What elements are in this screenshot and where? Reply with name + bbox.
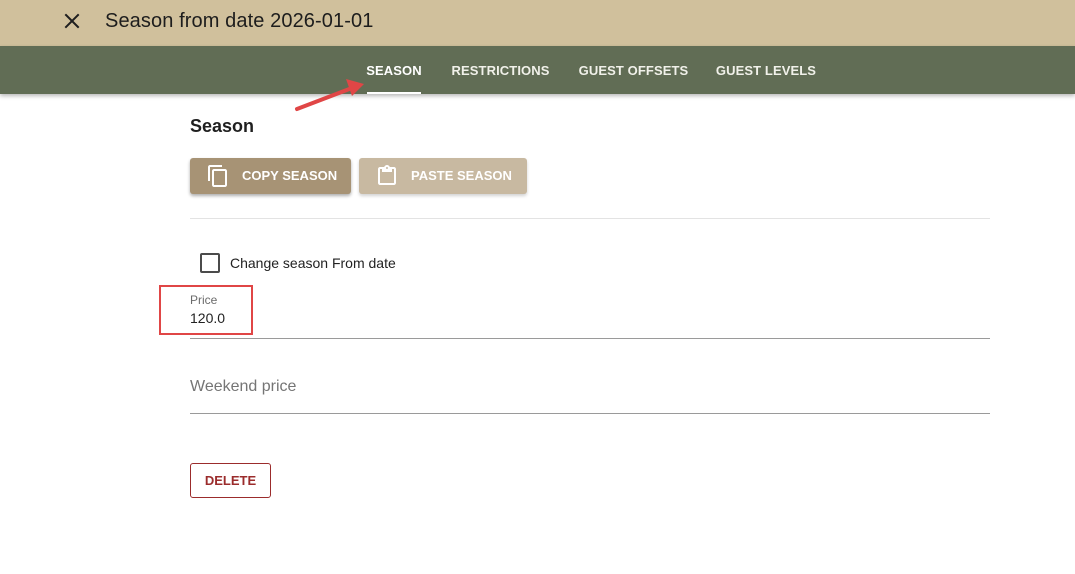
paste-season-label: PASTE SEASON [411, 168, 512, 183]
copy-season-button[interactable]: COPY SEASON [190, 158, 351, 194]
price-input[interactable] [190, 310, 990, 327]
tab-season[interactable]: SEASON [366, 46, 422, 94]
change-from-date-label: Change season From date [230, 255, 396, 271]
close-icon [64, 13, 80, 29]
dialog-title: Season from date 2026-01-01 [105, 10, 374, 32]
tab-bar: SEASON RESTRICTIONS GUEST OFFSETS GUEST … [0, 46, 1075, 94]
paste-season-button[interactable]: PASTE SEASON [359, 158, 527, 194]
tab-guest-offsets[interactable]: GUEST OFFSETS [579, 46, 689, 94]
price-highlight-annotation [159, 285, 253, 335]
dialog-header: Season from date 2026-01-01 [0, 0, 1075, 46]
section-title: Season [190, 116, 255, 136]
section-divider [190, 218, 990, 219]
change-from-date-checkbox[interactable] [200, 253, 220, 273]
clipboard-icon [378, 165, 396, 185]
copy-season-label: COPY SEASON [242, 168, 338, 183]
weekend-price-input[interactable] [190, 376, 990, 398]
weekend-price-underline [190, 413, 990, 414]
delete-button[interactable]: DELETE [190, 463, 271, 498]
close-button[interactable] [58, 6, 86, 36]
copy-icon [208, 165, 227, 187]
tab-guest-levels[interactable]: GUEST LEVELS [716, 46, 816, 94]
price-underline [190, 338, 990, 339]
tab-restrictions[interactable]: RESTRICTIONS [452, 46, 550, 94]
